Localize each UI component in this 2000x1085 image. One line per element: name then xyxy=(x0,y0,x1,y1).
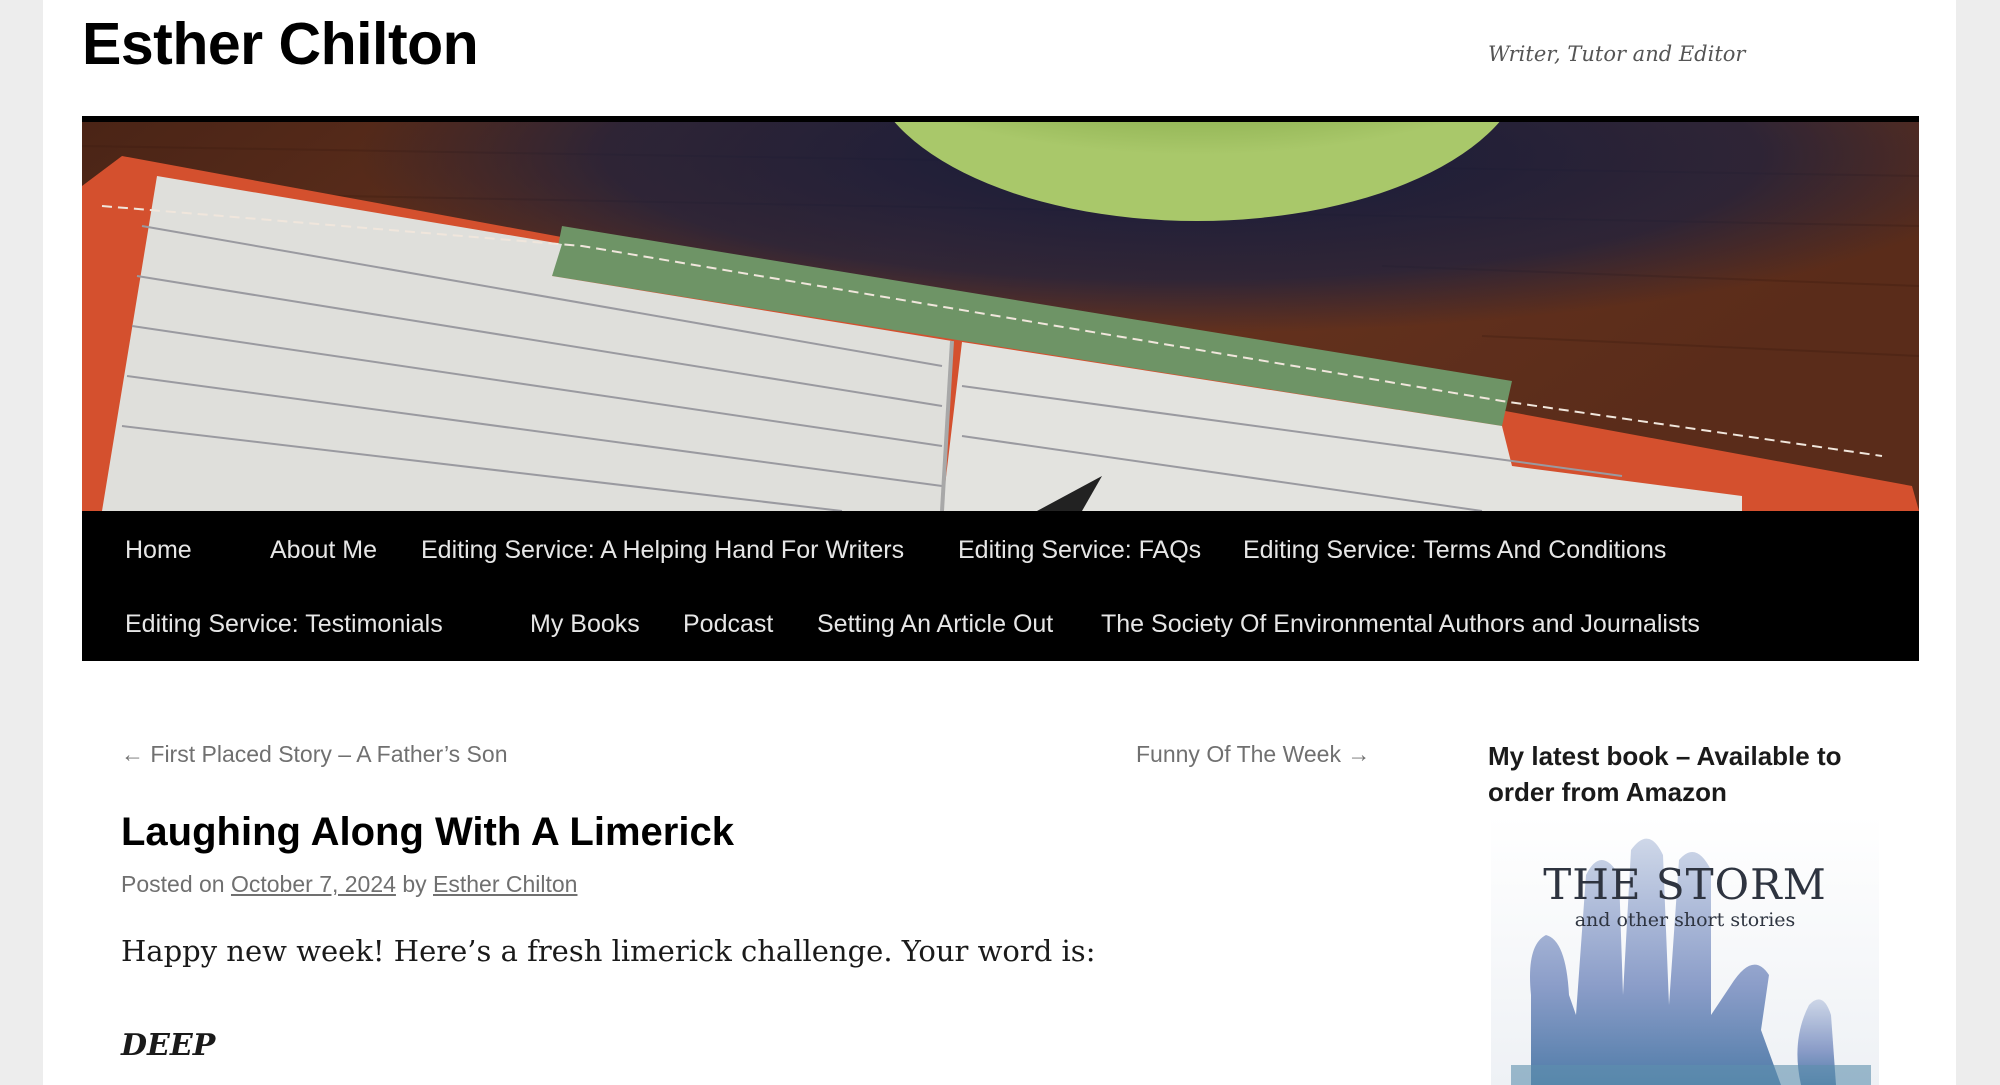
book-cover-image[interactable]: THE STORM and other short stories xyxy=(1491,815,1879,1085)
nav-item-editing-faqs[interactable]: Editing Service: FAQs xyxy=(958,511,1201,585)
page: Esther Chilton Writer, Tutor and Editor xyxy=(43,0,1956,1085)
nav-row-2: Editing Service: Testimonials My Books P… xyxy=(82,585,1919,659)
post-author-link[interactable]: Esther Chilton xyxy=(433,871,577,897)
sidebar-widget-title: My latest book – Available to order from… xyxy=(1488,741,1842,807)
nav-item-about-me[interactable]: About Me xyxy=(270,511,377,585)
meta-by-label: by xyxy=(402,871,427,897)
challenge-word: DEEP xyxy=(121,1028,216,1063)
previous-post-link[interactable]: ← First Placed Story – A Father’s Son xyxy=(121,741,508,768)
notebook-header-image xyxy=(82,116,1919,511)
nav-item-my-books[interactable]: My Books xyxy=(530,585,640,659)
nav-item-home[interactable]: Home xyxy=(125,511,192,585)
next-post-link[interactable]: Funny Of The Week → xyxy=(1136,741,1370,768)
nav-item-testimonials[interactable]: Editing Service: Testimonials xyxy=(125,585,443,659)
nav-item-podcast[interactable]: Podcast xyxy=(683,585,773,659)
post-intro-paragraph: Happy new week! Here’s a fresh limerick … xyxy=(121,934,1096,968)
nav-item-editing-terms[interactable]: Editing Service: Terms And Conditions xyxy=(1243,511,1666,585)
site-title[interactable]: Esther Chilton xyxy=(82,10,479,78)
post-date-link[interactable]: October 7, 2024 xyxy=(231,871,396,897)
nav-item-editing-helping-hand[interactable]: Editing Service: A Helping Hand For Writ… xyxy=(421,511,904,585)
post-meta: Posted on October 7, 2024 by Esther Chil… xyxy=(121,871,577,898)
post-title: Laughing Along With A Limerick xyxy=(121,810,734,854)
nav-row-1: Home About Me Editing Service: A Helping… xyxy=(82,511,1919,585)
site-tagline: Writer, Tutor and Editor xyxy=(1488,42,1746,66)
book-cover-title: THE STORM xyxy=(1543,860,1827,909)
nav-item-setting-article-out[interactable]: Setting An Article Out xyxy=(817,585,1053,659)
nav-item-society-environmental[interactable]: The Society Of Environmental Authors and… xyxy=(1101,585,1700,659)
meta-posted-on-label: Posted on xyxy=(121,871,225,897)
main-navigation: Home About Me Editing Service: A Helping… xyxy=(82,511,1919,661)
book-cover-subtitle: and other short stories xyxy=(1574,909,1796,931)
